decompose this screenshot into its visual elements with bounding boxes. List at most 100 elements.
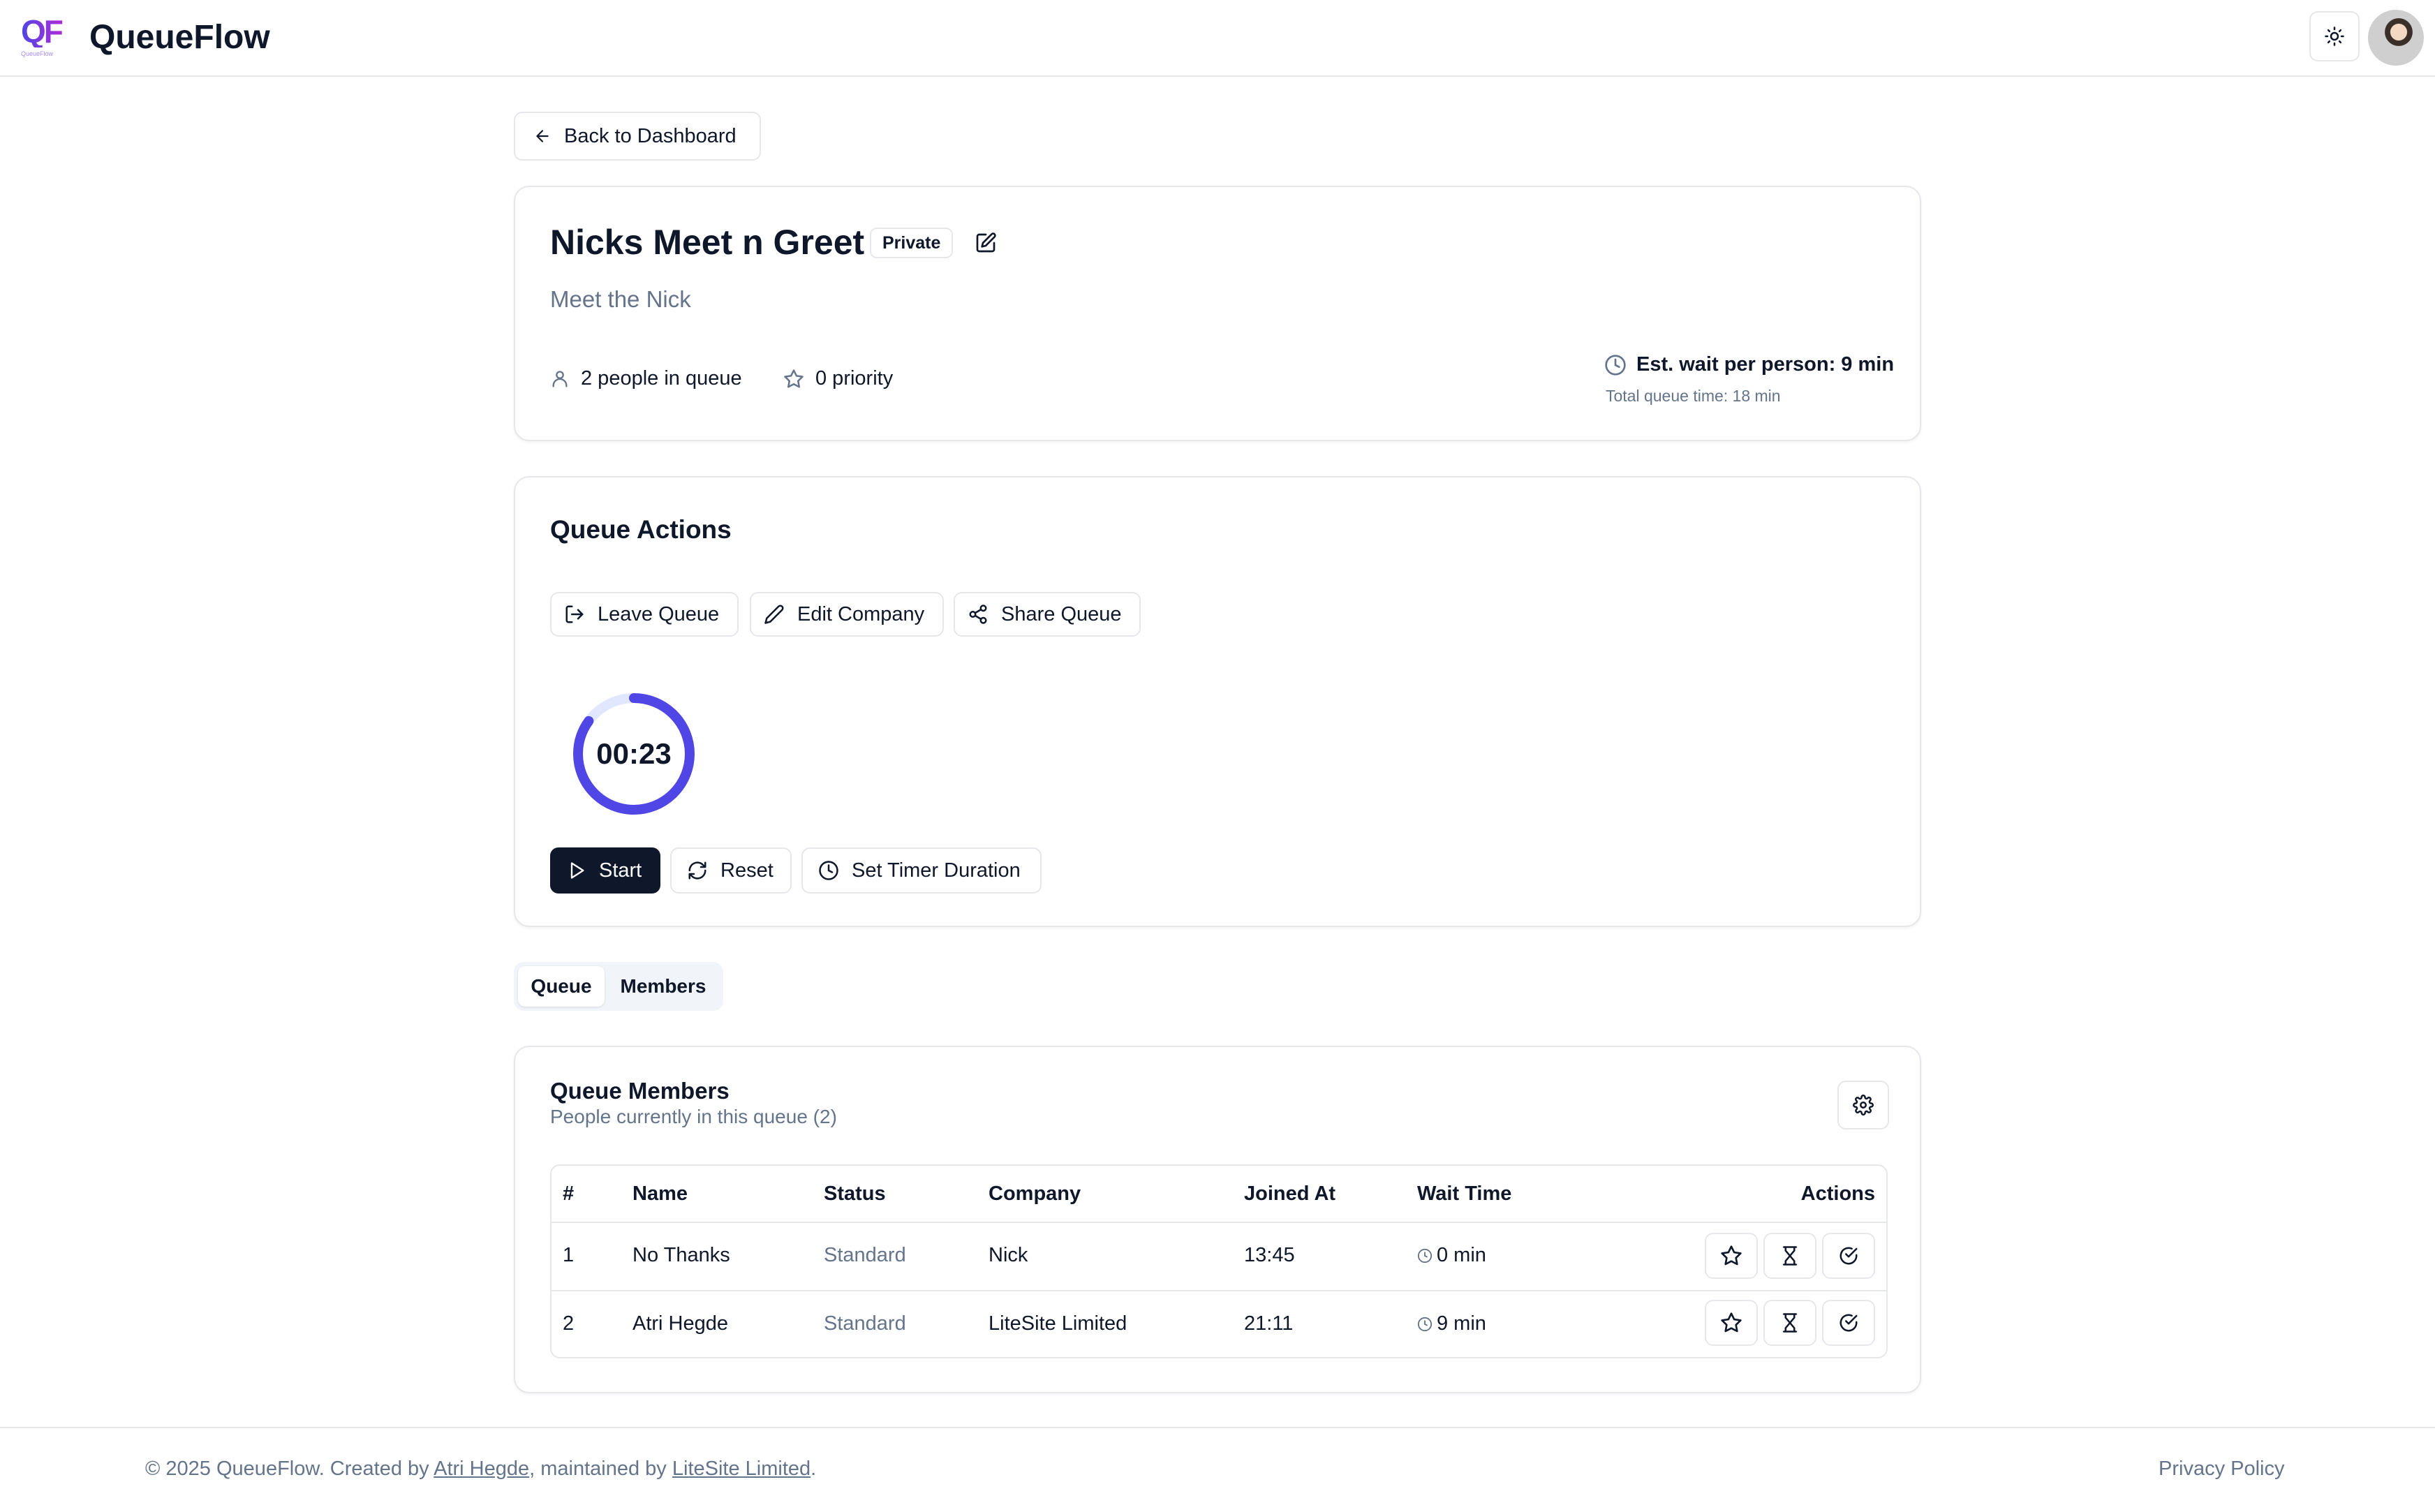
theme-toggle-button[interactable] bbox=[2309, 11, 2360, 61]
table-row: 1 No Thanks Standard Nick 13:45 0 min bbox=[552, 1222, 1886, 1291]
members-subtitle: People currently in this queue (2) bbox=[550, 1106, 837, 1127]
est-wait: Est. wait per person: 9 min bbox=[1604, 353, 1894, 376]
people-count: 2 people in queue bbox=[550, 367, 742, 390]
member-wait-text: 0 min bbox=[1437, 1244, 1486, 1266]
start-timer-button[interactable]: Start bbox=[550, 847, 660, 894]
member-status: Standard bbox=[824, 1312, 906, 1335]
member-company: LiteSite Limited bbox=[989, 1312, 1127, 1335]
prioritize-button[interactable] bbox=[1705, 1233, 1758, 1279]
member-joined-at: 13:45 bbox=[1244, 1244, 1295, 1266]
members-title: Queue Members bbox=[550, 1078, 730, 1104]
clock-icon bbox=[1417, 1248, 1433, 1263]
table-settings-button[interactable] bbox=[1837, 1081, 1889, 1129]
star-icon bbox=[783, 369, 804, 390]
play-icon bbox=[567, 861, 599, 880]
app-logo[interactable]: QF QueueFlow bbox=[21, 15, 70, 59]
queue-actions-title: Queue Actions bbox=[550, 515, 732, 544]
column-header-company: Company bbox=[989, 1183, 1081, 1205]
set-duration-label: Set Timer Duration bbox=[852, 859, 1021, 882]
star-icon bbox=[1720, 1312, 1742, 1334]
visibility-badge: Private bbox=[870, 228, 954, 258]
row-number: 1 bbox=[563, 1244, 575, 1266]
member-name: Atri Hegde bbox=[632, 1312, 729, 1335]
share-icon bbox=[968, 604, 1001, 625]
app-header: QF QueueFlow QueueFlow bbox=[0, 0, 2435, 77]
prioritize-button[interactable] bbox=[1705, 1300, 1758, 1346]
timer-ring: 00:23 bbox=[571, 691, 697, 817]
start-label: Start bbox=[599, 859, 642, 882]
member-wait-time: 0 min bbox=[1417, 1244, 1486, 1267]
arrow-left-icon bbox=[533, 127, 564, 145]
footer-middle: , maintained by bbox=[529, 1458, 672, 1480]
clock-icon bbox=[818, 860, 852, 881]
queue-info-card: Nicks Meet n Greet Private Meet the Nick… bbox=[514, 186, 1921, 441]
complete-button[interactable] bbox=[1822, 1300, 1875, 1346]
star-icon bbox=[1720, 1245, 1742, 1267]
author-link[interactable]: Atri Hegde bbox=[434, 1458, 529, 1480]
member-joined-at: 21:11 bbox=[1244, 1312, 1294, 1335]
timer-value: 00:23 bbox=[596, 737, 672, 770]
column-header-name: Name bbox=[632, 1183, 688, 1205]
total-queue-time: Total queue time: 18 min bbox=[1606, 387, 1781, 405]
footer-credits: © 2025 QueueFlow. Created by Atri Hegde,… bbox=[145, 1458, 816, 1481]
page-footer: © 2025 QueueFlow. Created by Atri Hegde,… bbox=[0, 1427, 2435, 1512]
column-header-number: # bbox=[563, 1183, 575, 1205]
share-queue-button[interactable]: Share Queue bbox=[954, 592, 1141, 637]
column-header-wait: Wait Time bbox=[1417, 1183, 1512, 1205]
user-icon bbox=[550, 369, 570, 389]
reset-label: Reset bbox=[720, 859, 774, 882]
gear-icon bbox=[1853, 1095, 1874, 1116]
maintainer-link[interactable]: LiteSite Limited bbox=[672, 1458, 811, 1480]
queue-members-card: Queue Members People currently in this q… bbox=[514, 1046, 1921, 1393]
table-header-row: # Name Status Company Joined At Wait Tim… bbox=[552, 1166, 1886, 1223]
queue-actions-card: Queue Actions Leave Queue Edit Company S… bbox=[514, 476, 1921, 927]
pencil-icon bbox=[764, 604, 797, 625]
footer-prefix: © 2025 QueueFlow. Created by bbox=[145, 1458, 434, 1480]
hourglass-icon bbox=[1779, 1312, 1800, 1333]
hold-button[interactable] bbox=[1763, 1233, 1816, 1279]
leave-queue-label: Leave Queue bbox=[598, 602, 720, 625]
footer-suffix: . bbox=[811, 1458, 817, 1480]
refresh-icon bbox=[687, 860, 720, 881]
tab-queue[interactable]: Queue bbox=[518, 966, 605, 1007]
app-name[interactable]: QueueFlow bbox=[89, 18, 270, 57]
complete-button[interactable] bbox=[1822, 1233, 1875, 1279]
member-company: Nick bbox=[989, 1244, 1028, 1266]
column-header-status: Status bbox=[824, 1183, 886, 1205]
queue-title: Nicks Meet n Greet bbox=[550, 223, 865, 262]
tab-members[interactable]: Members bbox=[609, 966, 718, 1007]
privacy-policy-link[interactable]: Privacy Policy bbox=[2159, 1458, 2285, 1481]
edit-company-button[interactable]: Edit Company bbox=[750, 592, 944, 637]
member-name: No Thanks bbox=[632, 1244, 730, 1266]
logo-mark: QF bbox=[21, 15, 70, 47]
logout-icon bbox=[564, 604, 598, 625]
member-wait-time: 9 min bbox=[1417, 1312, 1486, 1335]
check-circle-icon bbox=[1838, 1245, 1859, 1266]
column-header-joined: Joined At bbox=[1244, 1183, 1336, 1205]
column-header-actions: Actions bbox=[1800, 1183, 1875, 1205]
member-status: Standard bbox=[824, 1244, 906, 1266]
set-timer-duration-button[interactable]: Set Timer Duration bbox=[801, 847, 1042, 894]
check-circle-icon bbox=[1838, 1312, 1859, 1333]
avatar[interactable] bbox=[2368, 10, 2424, 66]
back-label: Back to Dashboard bbox=[564, 124, 737, 147]
member-wait-text: 9 min bbox=[1437, 1312, 1486, 1335]
sun-icon bbox=[2324, 26, 2345, 47]
leave-queue-button[interactable]: Leave Queue bbox=[550, 592, 739, 637]
share-queue-label: Share Queue bbox=[1001, 602, 1122, 625]
back-to-dashboard-button[interactable]: Back to Dashboard bbox=[514, 112, 761, 161]
row-number: 2 bbox=[563, 1312, 575, 1335]
est-wait-text: Est. wait per person: 9 min bbox=[1636, 353, 1895, 376]
members-table: # Name Status Company Joined At Wait Tim… bbox=[550, 1164, 1888, 1358]
clock-icon bbox=[1604, 354, 1627, 376]
edit-queue-button[interactable] bbox=[972, 229, 1000, 257]
queue-description: Meet the Nick bbox=[550, 286, 691, 312]
clock-icon bbox=[1417, 1317, 1433, 1332]
people-count-text: 2 people in queue bbox=[581, 367, 742, 390]
reset-timer-button[interactable]: Reset bbox=[670, 847, 792, 894]
edit-company-label: Edit Company bbox=[797, 602, 925, 625]
priority-text: 0 priority bbox=[815, 367, 894, 390]
hourglass-icon bbox=[1779, 1245, 1800, 1266]
edit-icon bbox=[975, 232, 997, 254]
hold-button[interactable] bbox=[1763, 1300, 1816, 1346]
